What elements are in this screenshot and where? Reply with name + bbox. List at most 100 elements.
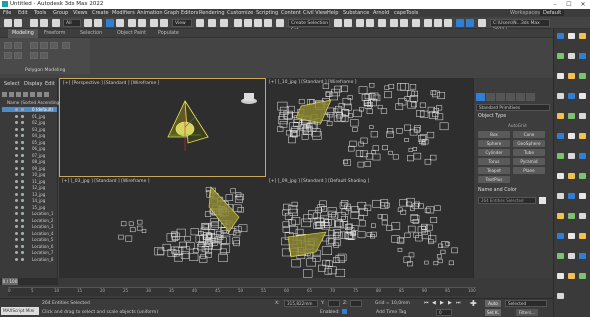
project-path-field[interactable]: C:\Users\N...3ds Max 2022 \ — [490, 19, 550, 33]
cone-button[interactable]: Cone — [513, 131, 545, 138]
sphere-button[interactable]: Sphere — [478, 140, 510, 147]
visibility-icon[interactable] — [15, 186, 18, 189]
visibility-icon[interactable] — [15, 127, 18, 131]
add-key-icon[interactable]: ✚ — [470, 300, 478, 308]
visibility-icon[interactable] — [15, 238, 18, 241]
unlink-icon[interactable] — [40, 19, 48, 27]
tool-icon[interactable] — [579, 93, 586, 99]
ribbon-tool-button[interactable] — [40, 42, 48, 49]
menu-content[interactable]: Content — [281, 10, 301, 16]
tab-freeform[interactable]: Freeform — [44, 31, 65, 36]
maxscript-listener[interactable]: MAXScript Mini — [1, 307, 39, 315]
filter-icon[interactable] — [23, 92, 28, 97]
viewport-perspective[interactable]: [+] [Perspective ] [Standard ] [Wirefram… — [59, 78, 266, 177]
cylinder-button[interactable]: Cylinder — [478, 149, 510, 156]
explorer-row[interactable]: 08_jpg — [2, 159, 57, 164]
viewport-09-jpg[interactable]: [+] [_09_jpg ] [Standard ] [Default Shad… — [266, 177, 473, 278]
scene-explorer-icon[interactable] — [356, 19, 364, 27]
ribbon-tool-button[interactable] — [50, 42, 58, 49]
explorer-row[interactable]: 01_jpg — [2, 114, 57, 119]
menu-create[interactable]: Create — [92, 10, 109, 16]
ribbon-tool-button[interactable] — [40, 52, 48, 59]
box-button[interactable]: Box — [478, 131, 510, 138]
visibility-icon[interactable] — [15, 192, 18, 196]
pivot-center-icon[interactable] — [196, 19, 204, 27]
visibility-icon[interactable] — [15, 231, 18, 235]
freeze-icon[interactable] — [21, 238, 24, 241]
explorer-row[interactable]: Location_1 — [2, 211, 57, 216]
named-selection-set-dropdown[interactable]: Create Selection Set — [288, 19, 330, 33]
visibility-icon[interactable] — [15, 114, 18, 118]
manipulate-icon[interactable] — [208, 19, 216, 27]
render-production-icon[interactable] — [444, 19, 452, 27]
tool-icon[interactable] — [579, 213, 586, 219]
freeze-icon[interactable] — [21, 212, 24, 215]
freeze-icon[interactable] — [21, 225, 24, 228]
display-tab-icon[interactable] — [516, 93, 525, 101]
tool-icon[interactable] — [557, 173, 564, 179]
menu-substance[interactable]: Substance — [343, 10, 369, 16]
tool-icon[interactable] — [579, 173, 586, 179]
tool-icon[interactable] — [579, 113, 586, 119]
add-time-tag[interactable]: Add Time Tag — [376, 310, 406, 315]
link-icon[interactable] — [30, 19, 38, 27]
freeze-icon[interactable] — [21, 244, 24, 248]
explorer-row[interactable]: Location_4 — [2, 231, 57, 236]
tool-icon[interactable] — [568, 53, 575, 59]
go-to-end-icon[interactable]: ⏭ — [456, 300, 461, 306]
redo-icon[interactable] — [14, 19, 22, 27]
tool-icon[interactable] — [579, 273, 586, 279]
menu-rendering[interactable]: Rendering — [199, 10, 225, 16]
explorer-row[interactable]: Location_7 — [2, 250, 57, 255]
filter-icon[interactable] — [30, 92, 35, 97]
utilities-tab-icon[interactable] — [526, 93, 535, 101]
ribbon-tool-button[interactable] — [30, 52, 38, 59]
visibility-icon[interactable] — [15, 251, 18, 254]
set-key-button[interactable]: Set K. — [485, 309, 501, 316]
angle-snap-icon[interactable] — [244, 19, 252, 27]
freeze-icon[interactable] — [21, 134, 24, 137]
explorer-row[interactable]: 0 (default) — [2, 107, 57, 112]
ribbon-tool-button[interactable] — [62, 42, 70, 49]
menu-views[interactable]: Views — [73, 10, 87, 16]
explorer-row[interactable]: 06_jpg — [2, 146, 57, 151]
menu-customize[interactable]: Customize — [227, 10, 253, 16]
plane-button[interactable]: Plane — [513, 167, 545, 174]
mirror-icon[interactable] — [334, 19, 342, 27]
bind-spacewarp-icon[interactable] — [52, 19, 60, 27]
object-name-field[interactable]: 264 Entities Selected — [478, 197, 536, 204]
primitives-type-dropdown[interactable]: Standard Primitives — [476, 104, 550, 111]
next-frame-icon[interactable]: ▶ — [448, 300, 452, 306]
explorer-row[interactable]: 02_jpg — [2, 120, 57, 125]
ribbon-tool-button[interactable] — [14, 42, 22, 49]
percent-snap-icon[interactable] — [254, 19, 262, 27]
filter-icon[interactable] — [2, 92, 7, 97]
tool-icon[interactable] — [568, 153, 575, 159]
tool-icon[interactable] — [579, 133, 586, 139]
layer-explorer-icon[interactable] — [366, 19, 374, 27]
freeze-icon[interactable] — [21, 199, 24, 202]
visibility-icon[interactable] — [15, 134, 18, 137]
tool-icon[interactable] — [557, 253, 564, 259]
filter-icon[interactable] — [9, 92, 14, 97]
visibility-icon[interactable] — [15, 121, 18, 124]
explorer-row[interactable]: 07_jpg — [2, 153, 57, 158]
render-in-cloud-icon[interactable] — [456, 19, 464, 27]
explorer-row[interactable]: 11_jpg — [2, 179, 57, 184]
x-coordinate-field[interactable]: 315,822mm — [284, 300, 318, 307]
minimize-button[interactable]: – — [548, 0, 562, 9]
freeze-icon[interactable] — [21, 127, 24, 131]
pyramid-button[interactable]: Pyramid — [513, 158, 545, 165]
visibility-icon[interactable] — [15, 244, 18, 248]
autogrid-checkbox[interactable]: AutoGrid — [508, 123, 527, 128]
explorer-column-header[interactable]: Name (Sorted Ascending) — [7, 100, 61, 105]
menu-scripting[interactable]: Scripting — [256, 10, 278, 16]
freeze-icon[interactable] — [21, 186, 24, 189]
spinner-snap-icon[interactable] — [264, 19, 272, 27]
tool-icon[interactable] — [579, 73, 586, 79]
freeze-icon[interactable] — [21, 192, 24, 196]
create-tab-icon[interactable] — [476, 93, 485, 101]
modify-tab-icon[interactable] — [486, 93, 495, 101]
tool-icon[interactable] — [579, 153, 586, 159]
freeze-icon[interactable] — [21, 166, 24, 170]
